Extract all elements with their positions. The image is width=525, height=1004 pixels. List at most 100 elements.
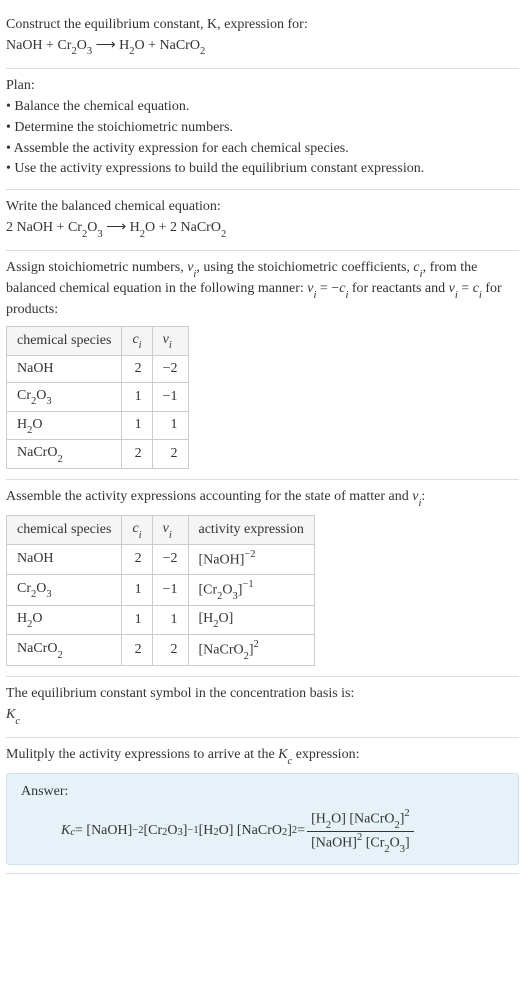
text-part: Mulitply the activity expressions to arr… [6, 747, 278, 762]
expr-sub: 2 [213, 827, 218, 838]
cell-ci: 2 [122, 355, 152, 382]
species-text: NaCrO [17, 641, 57, 656]
cell-species: NaOH [7, 355, 122, 382]
cell-nu: 2 [152, 634, 188, 665]
intro-equation: NaOH + Cr2O3 ⟶ H2O + NaCrO2 [6, 37, 519, 58]
th-ci: ci [122, 327, 152, 356]
species-sub: 3 [46, 589, 51, 600]
sub-symbol: c [15, 716, 20, 727]
expr-sup: 2 [357, 832, 362, 843]
th-species: chemical species [7, 327, 122, 356]
species-text: O [36, 581, 46, 596]
table-row: Cr2O3 1 −1 [Cr2O3]−1 [7, 574, 315, 605]
sub-symbol: i [169, 530, 172, 541]
species-text: NaOH [17, 551, 54, 566]
sub-symbol: c [70, 827, 75, 838]
table-row: Cr2O3 1 −1 [7, 382, 189, 411]
table-row: NaOH 2 −2 [7, 355, 189, 382]
cell-ci: 2 [122, 634, 152, 665]
kc-expression: Kc = [NaOH]−2 [Cr2O3]−1 [H2O] [NaCrO2]2 … [21, 808, 504, 854]
cell-species: Cr2O3 [7, 574, 122, 605]
italic-symbol: ν [163, 521, 169, 536]
eq-arrow: ⟶ H [92, 38, 129, 53]
sub-symbol: i [479, 290, 482, 301]
species-sub: 2 [31, 396, 36, 407]
italic-symbol: c [473, 281, 479, 296]
multiply-line: Mulitply the activity expressions to arr… [6, 746, 519, 767]
expr-sub: 2 [213, 619, 218, 630]
cell-nu: 2 [152, 440, 188, 469]
eq-sub: 2 [71, 46, 76, 57]
stoich-paragraph: Assign stoichiometric numbers, νi, using… [6, 259, 519, 320]
species-text: H [17, 417, 27, 432]
th-activity: activity expression [188, 516, 314, 545]
eq-sub: 3 [97, 229, 102, 240]
eq-sub: 2 [140, 229, 145, 240]
sub-symbol: i [345, 290, 348, 301]
eq-part: 2 NaOH + Cr [6, 220, 82, 235]
expr-part: [H [311, 812, 326, 827]
expr-part: [NaOH] [199, 553, 245, 568]
stoich-table: chemical species ci νi NaOH 2 −2 Cr2O3 1… [6, 326, 189, 469]
cell-nu: −2 [152, 355, 188, 382]
expr-sup: 2 [292, 825, 297, 836]
species-text: NaOH [17, 361, 54, 376]
species-sub: 2 [31, 589, 36, 600]
expr-part: [NaCrO [199, 643, 244, 658]
sub-symbol: i [314, 290, 317, 301]
species-text: H [17, 611, 27, 626]
cell-activity: [Cr2O3]−1 [188, 574, 314, 605]
expr-sup: −1 [187, 825, 198, 836]
italic-symbol: ν [412, 489, 418, 504]
species-text: O [32, 417, 42, 432]
eq-part: O + NaCrO [135, 38, 200, 53]
italic-symbol: c [132, 332, 138, 347]
eq-part: NaOH + Cr [6, 38, 71, 53]
activity-section: Assemble the activity expressions accoun… [6, 480, 519, 677]
eq-part: O + 2 NaCrO [145, 220, 221, 235]
plan-bullet-1: • Balance the chemical equation. [6, 98, 519, 117]
expr-part: = [NaOH] [75, 823, 132, 839]
expr-part: O [167, 823, 177, 839]
expr-sup: −2 [132, 825, 143, 836]
species-text: O [32, 611, 42, 626]
expr-sub: 2 [162, 827, 167, 838]
cell-nu: 1 [152, 411, 188, 440]
text-part: for reactants and [348, 281, 448, 296]
expr-sub: 3 [178, 827, 183, 838]
italic-symbol: c [413, 260, 419, 275]
cell-nu: 1 [152, 606, 188, 635]
expr-sub: 3 [400, 844, 405, 855]
sub-symbol: i [455, 290, 458, 301]
th-nu: νi [152, 516, 188, 545]
text-part: , using the stoichiometric coefficients, [196, 260, 413, 275]
table-row: NaOH 2 −2 [NaOH]−2 [7, 544, 315, 574]
sub-symbol: i [419, 498, 422, 509]
expr-sub: 2 [384, 844, 389, 855]
cell-nu: −2 [152, 544, 188, 574]
th-nu: νi [152, 327, 188, 356]
expr-sub: 2 [244, 651, 249, 662]
answer-box: Answer: Kc = [NaOH]−2 [Cr2O3]−1 [H2O] [N… [6, 773, 519, 865]
cell-species: NaCrO2 [7, 440, 122, 469]
text-part: expression: [292, 747, 359, 762]
text-part: Assign stoichiometric numbers, [6, 260, 187, 275]
cell-nu: −1 [152, 382, 188, 411]
cell-ci: 1 [122, 574, 152, 605]
eq-sub: 2 [82, 229, 87, 240]
species-text: O [36, 388, 46, 403]
sub-symbol: i [420, 269, 423, 280]
cell-ci: 1 [122, 382, 152, 411]
plan-bullet-4: • Use the activity expressions to build … [6, 160, 519, 179]
fraction-numerator: [H2O] [NaCrO2]2 [307, 808, 414, 831]
answer-label: Answer: [21, 784, 504, 800]
intro-section: Construct the equilibrium constant, K, e… [6, 8, 519, 69]
cell-ci: 2 [122, 544, 152, 574]
plan-bullet-3: • Assemble the activity expression for e… [6, 140, 519, 159]
cell-species: H2O [7, 411, 122, 440]
cell-species: Cr2O3 [7, 382, 122, 411]
species-sub: 2 [57, 454, 62, 465]
plan-section: Plan: • Balance the chemical equation. •… [6, 69, 519, 190]
expr-part: [Cr [199, 582, 218, 597]
fraction: [H2O] [NaCrO2]2 [NaOH]2 [Cr2O3] [307, 808, 414, 854]
